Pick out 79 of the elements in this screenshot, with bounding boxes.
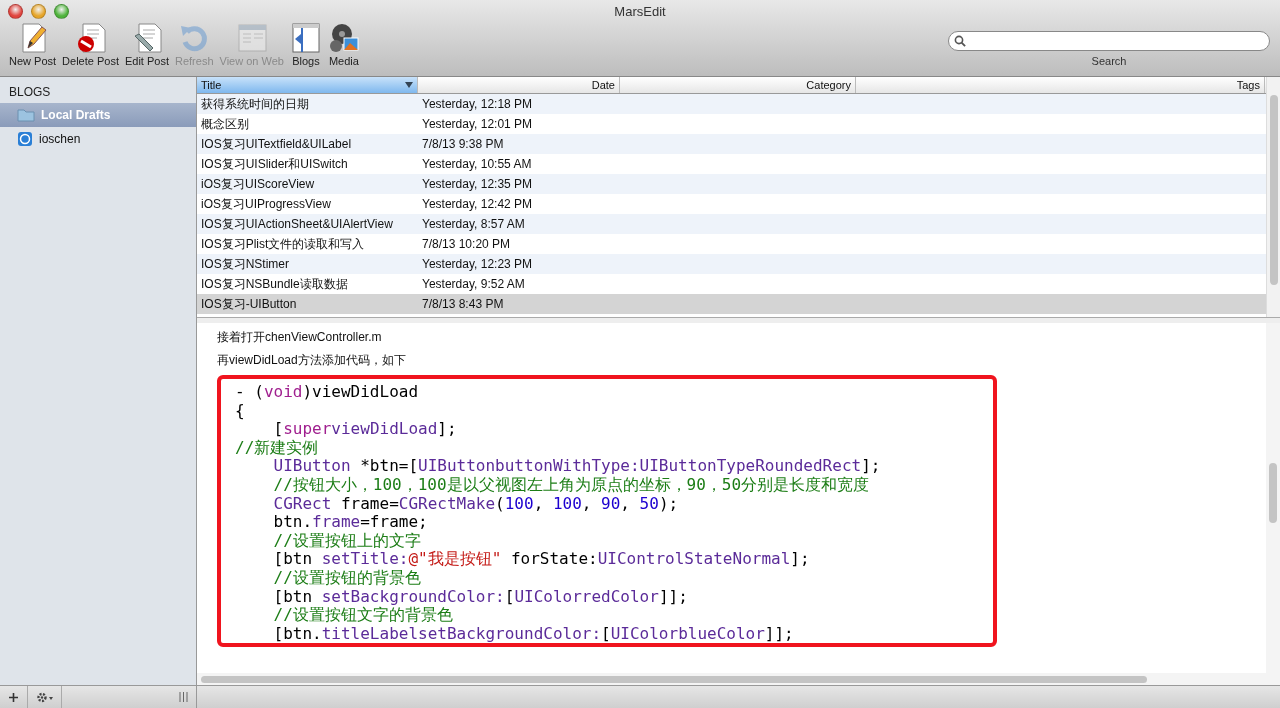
column-header[interactable]: Title xyxy=(197,77,418,93)
post-row[interactable]: 获得系统时间的日期 Yesterday, 12:18 PM xyxy=(197,94,1266,114)
toolbar-button[interactable]: Edit Post xyxy=(121,22,172,67)
section-heading: BLOGS xyxy=(8,84,52,101)
toolbar-button[interactable]: Delete Post xyxy=(59,22,122,67)
post-row[interactable]: IOS复习UITextfield&UILabel 7/8/13 9:38 PM xyxy=(197,134,1266,154)
code-line: CGRect frame=CGRectMake(100, 100, 90, 50); xyxy=(272,494,680,514)
title-cell-text: 获得系统时间的日期 xyxy=(200,95,310,113)
code-line: [btn setBackgroundColor:[UIColorredColor]]; xyxy=(272,587,689,607)
post-row[interactable]: iOS复习UIProgressView Yesterday, 12:42 PM xyxy=(197,194,1266,214)
folder-icon xyxy=(17,108,35,122)
code-line: [superviewDidLoad]; xyxy=(272,420,458,439)
window-title: MarsEdit xyxy=(614,3,666,19)
toolbar-button[interactable]: New Post xyxy=(6,22,60,67)
post-row[interactable]: iOS复习UIScoreView Yesterday, 12:35 PM xyxy=(197,174,1266,194)
title-cell-text: IOS复习NStimer xyxy=(200,255,290,273)
sidebar-window-icon xyxy=(289,22,322,54)
date-cell-text: 7/8/13 9:38 PM xyxy=(421,137,505,151)
plus-icon xyxy=(9,692,18,702)
title-cell-text: iOS复习UIScoreView xyxy=(200,175,316,193)
post-row[interactable]: IOS复习Plist文件的读取和写入 7/8/13 10:20 PM xyxy=(197,234,1266,254)
code-line: [btn setTitle:@"我是按钮" forState:UIControlStateNormal]; xyxy=(272,550,811,569)
title-cell-text: IOS复习NSBundle读取数据 xyxy=(200,275,349,293)
date-cell-text: Yesterday, 12:42 PM xyxy=(421,197,534,211)
date-cell-text: Yesterday, 12:23 PM xyxy=(421,257,534,271)
date-cell-text: Yesterday, 12:35 PM xyxy=(421,177,534,191)
date-cell-text: 7/8/13 8:43 PM xyxy=(421,297,505,311)
search-icon xyxy=(954,35,966,47)
code-line: //新建实例 xyxy=(235,438,320,458)
code-line: //设置按钮的背景色 xyxy=(272,568,422,588)
date-cell-text: Yesterday, 12:01 PM xyxy=(421,117,534,131)
title-cell-text: IOS复习Plist文件的读取和写入 xyxy=(200,235,366,253)
code-line: btn.frame=frame; xyxy=(272,513,429,532)
close-button[interactable] xyxy=(8,4,23,19)
paragraph: 接着打开chenViewController.m xyxy=(217,329,383,346)
code-line: - (void)viewDidLoad xyxy=(235,383,420,402)
date-cell-text: Yesterday, 8:57 AM xyxy=(421,217,526,231)
post-row[interactable]: IOS复习NStimer Yesterday, 12:23 PM xyxy=(197,254,1266,274)
toolbar-button[interactable]: Media xyxy=(324,22,363,67)
scrollbar-thumb[interactable] xyxy=(201,675,1147,683)
gear-icon xyxy=(35,691,54,703)
date-cell-text: 7/8/13 10:20 PM xyxy=(421,237,512,251)
title-cell-text: 概念区别 xyxy=(200,115,250,133)
post-row[interactable]: IOS复习UISlider和UISwitch Yesterday, 10:55 AM xyxy=(197,154,1266,174)
browser-window-icon xyxy=(235,22,268,54)
post-row[interactable]: IOS复习-UIButton 7/8/13 8:43 PM xyxy=(197,294,1266,314)
title-cell-text: iOS复习UIProgressView xyxy=(200,195,332,213)
code-line: UIButton *btn=[UIButtonbuttonWithType:UIButtonTypeRoundedRect]; xyxy=(272,457,882,476)
scrollbar-thumb[interactable] xyxy=(1269,463,1277,523)
title-cell-text: IOS复习-UIButton xyxy=(200,295,298,313)
date-cell-text: Yesterday, 9:52 AM xyxy=(421,277,526,291)
sort-arrow-icon xyxy=(405,82,413,88)
scrollbar-thumb[interactable] xyxy=(1269,95,1278,285)
search-label: Search xyxy=(1091,55,1127,67)
toolbar-button[interactable]: Blogs xyxy=(286,22,325,67)
blog-icon xyxy=(17,131,33,147)
zoom-button[interactable] xyxy=(54,4,69,19)
column-header[interactable]: Date xyxy=(418,77,620,93)
post-row[interactable]: IOS复习NSBundle读取数据 Yesterday, 9:52 AM xyxy=(197,274,1266,294)
date-cell-text: Yesterday, 12:18 PM xyxy=(421,97,534,111)
code-line: //设置按钮文字的背景色 xyxy=(272,606,453,625)
code-line: [btn.titleLabelsetBackgroundColor:[UIColorblueColor]]; xyxy=(272,624,795,644)
film-reel-photo-icon xyxy=(327,22,360,54)
resize-grip-icon xyxy=(179,692,188,702)
title-cell-text: IOS复习UIActionSheet&UIAlertView xyxy=(200,215,394,233)
search-field[interactable] xyxy=(948,31,1270,51)
date-cell-text: Yesterday, 10:55 AM xyxy=(421,157,533,171)
post-row[interactable]: 概念区别 Yesterday, 12:01 PM xyxy=(197,114,1266,134)
code-line: //按钮大小，100，100是以父视图左上角为原点的坐标，90，50分别是长度和宽度 xyxy=(272,475,871,495)
title-cell-text: IOS复习UISlider和UISwitch xyxy=(200,155,349,173)
sidebar-item[interactable]: ioschen xyxy=(0,127,196,151)
column-header[interactable]: Tags xyxy=(856,77,1265,93)
column-header[interactable]: Category xyxy=(620,77,856,93)
code-line: { xyxy=(235,401,246,421)
post-row[interactable]: IOS复习UIActionSheet&UIAlertView Yesterday, 8:57 AM xyxy=(197,214,1266,234)
paragraph: 再viewDidLoad方法添加代码，如下 xyxy=(217,352,407,369)
code-line: //设置按钮上的文字 xyxy=(272,531,422,551)
title-cell-text: IOS复习UITextfield&UILabel xyxy=(200,135,353,153)
minimize-button[interactable] xyxy=(31,4,46,19)
